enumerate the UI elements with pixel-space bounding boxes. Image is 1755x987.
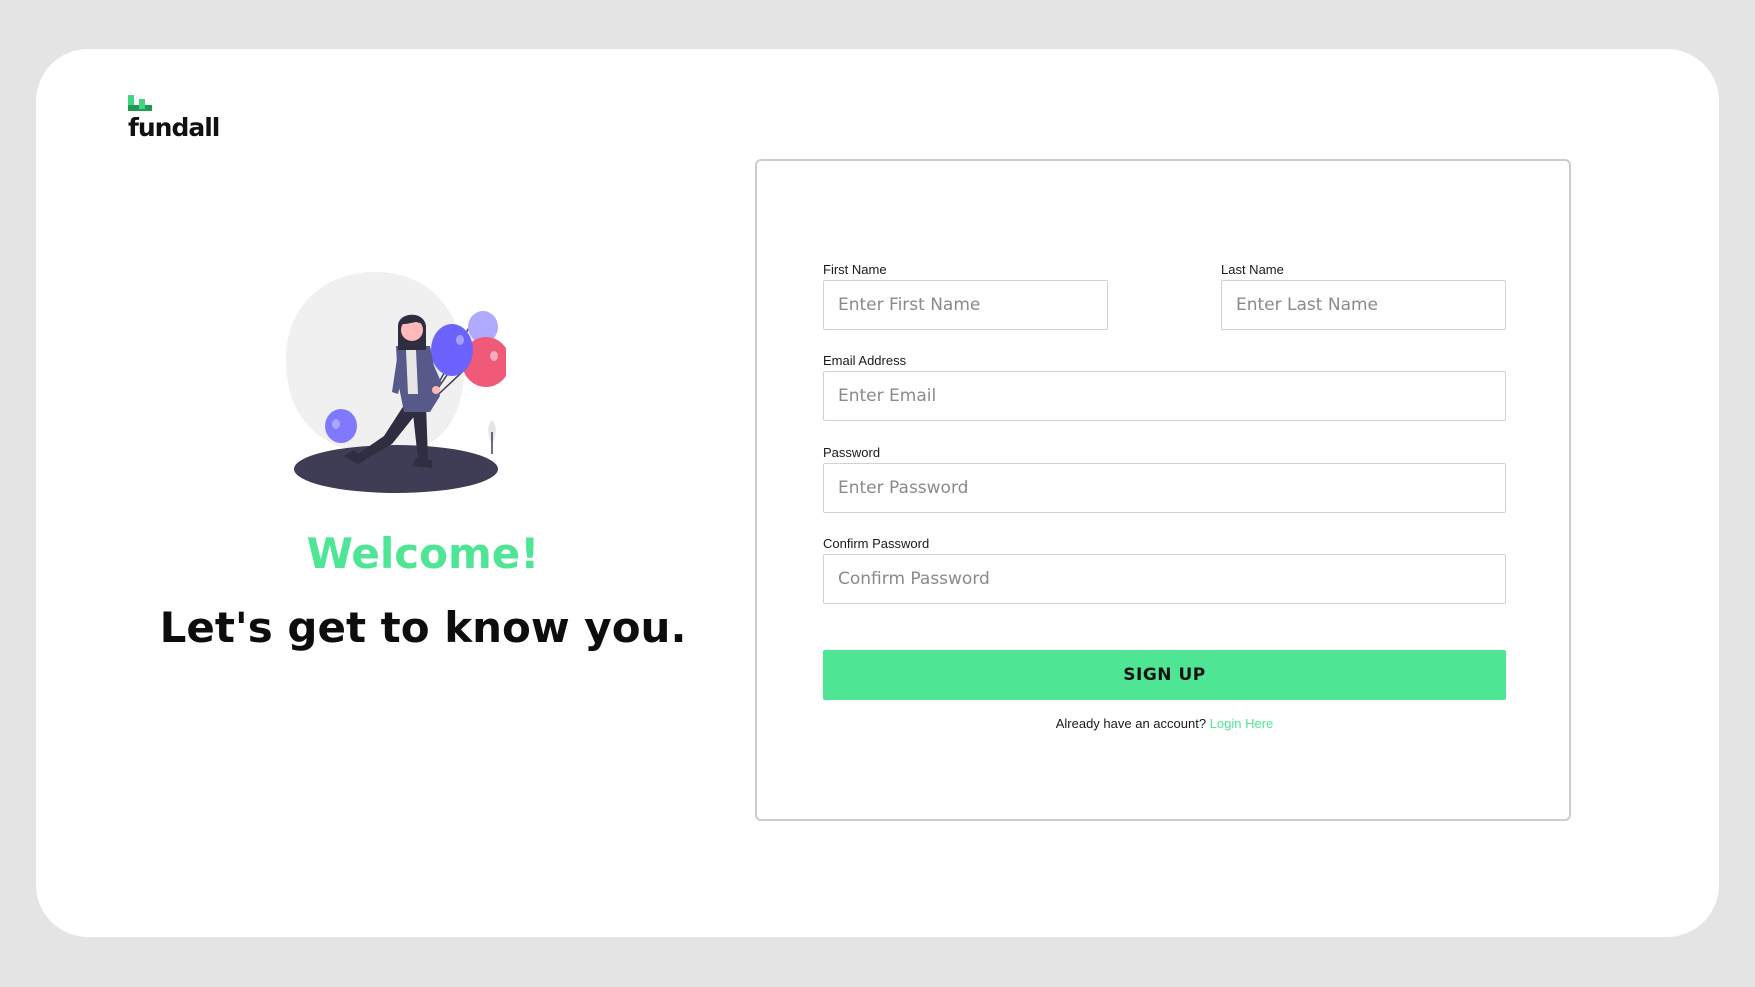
logo-wordmark: fundall [128, 113, 220, 142]
confirm-password-label: Confirm Password [823, 536, 930, 551]
tagline-heading: Let's get to know you. [159, 603, 687, 652]
signup-card: fundall Welcome! Let's get to know you. … [36, 49, 1719, 937]
password-field[interactable] [823, 463, 1506, 513]
last-name-field[interactable] [1221, 280, 1506, 330]
sign-up-button[interactable]: SIGN UP [823, 650, 1506, 700]
fundall-logo[interactable]: fundall [128, 95, 248, 143]
password-label: Password [823, 445, 881, 460]
email-field[interactable] [823, 371, 1506, 421]
woman-with-balloons-illustration [285, 272, 506, 493]
login-prompt-text: Already have an account? [1055, 716, 1207, 731]
fundall-logo-icon [128, 95, 152, 111]
last-name-label: Last Name [1221, 262, 1284, 277]
welcome-heading: Welcome! [306, 529, 540, 578]
first-name-label: First Name [823, 262, 887, 277]
first-name-field[interactable] [823, 280, 1108, 330]
login-link[interactable]: Login Here [1210, 716, 1274, 731]
email-label: Email Address [823, 353, 907, 368]
login-prompt: Already have an account? Login Here [823, 716, 1506, 731]
confirm-password-field[interactable] [823, 554, 1506, 604]
